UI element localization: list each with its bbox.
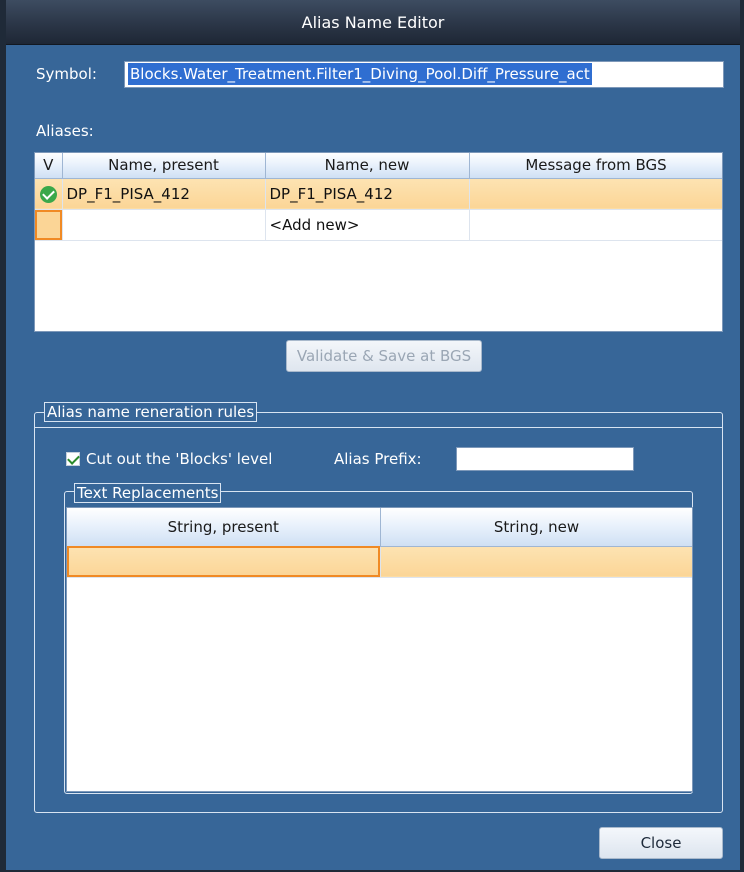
alias-message-cell[interactable] — [469, 209, 722, 241]
column-header-string-new[interactable]: String, new — [380, 508, 692, 547]
symbol-label: Symbol: — [36, 65, 97, 83]
column-header-name-new[interactable]: Name, new — [265, 153, 470, 179]
rules-divider — [34, 427, 723, 428]
alias-prefix-input[interactable] — [456, 447, 634, 471]
alias-row-add-new[interactable]: <Add new> — [35, 209, 722, 241]
aliases-label: Aliases: — [36, 122, 94, 140]
replacement-row[interactable] — [67, 546, 692, 578]
alias-prefix-label: Alias Prefix: — [334, 450, 422, 468]
replacement-new-cell[interactable] — [380, 546, 692, 578]
cut-blocks-label[interactable]: Cut out the 'Blocks' level — [86, 450, 272, 468]
window-title: Alias Name Editor — [301, 13, 445, 32]
check-circle-icon — [39, 185, 57, 203]
symbol-input[interactable]: Blocks.Water_Treatment.Filter1_Diving_Po… — [124, 61, 724, 88]
row-marker-cell[interactable] — [35, 209, 63, 241]
symbol-input-value: Blocks.Water_Treatment.Filter1_Diving_Po… — [127, 62, 593, 86]
text-replacements-grid[interactable]: String, present String, new — [66, 507, 693, 792]
alias-status-cell — [35, 178, 63, 210]
replacement-present-cell[interactable] — [67, 546, 381, 578]
column-header-string-present[interactable]: String, present — [67, 508, 381, 547]
alias-name-editor-window: Alias Name Editor Symbol: Blocks.Water_T… — [0, 0, 744, 872]
alias-name-present-cell[interactable] — [62, 209, 266, 241]
window-title-bar[interactable]: Alias Name Editor — [6, 0, 740, 45]
column-header-name-present[interactable]: Name, present — [62, 153, 266, 179]
aliases-grid[interactable]: V Name, present Name, new Message from B… — [34, 152, 723, 332]
close-button[interactable]: Close — [599, 827, 723, 859]
alias-name-new-cell[interactable]: DP_F1_PISA_412 — [265, 178, 470, 210]
alias-row[interactable]: DP_F1_PISA_412 DP_F1_PISA_412 — [35, 178, 722, 210]
alias-rules-title: Alias name reneration rules — [44, 402, 258, 422]
text-replacements-title: Text Replacements — [74, 483, 222, 503]
column-header-v[interactable]: V — [35, 153, 63, 179]
cut-blocks-checkbox[interactable] — [66, 452, 80, 466]
alias-add-new-cell[interactable]: <Add new> — [265, 209, 470, 241]
alias-name-present-cell[interactable]: DP_F1_PISA_412 — [62, 178, 266, 210]
column-header-message[interactable]: Message from BGS — [469, 153, 722, 179]
validate-save-button[interactable]: Validate & Save at BGS — [286, 340, 482, 372]
row-marker — [35, 209, 61, 239]
alias-message-cell[interactable] — [469, 178, 722, 210]
